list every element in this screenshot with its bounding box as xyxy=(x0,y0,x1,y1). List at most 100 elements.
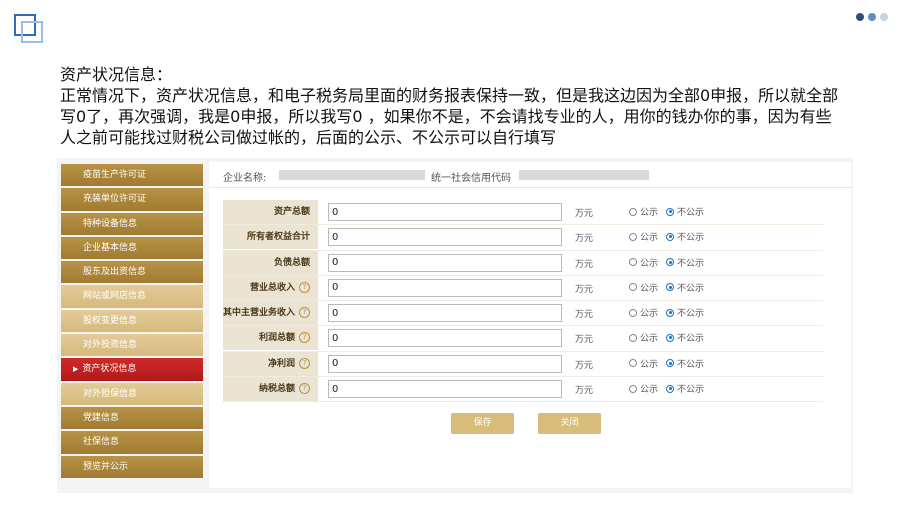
sidebar-item-basic-info[interactable]: 企业基本信息 xyxy=(61,236,203,260)
publicity-radio-group: 公示 不公示 xyxy=(629,357,704,370)
radio-off-icon xyxy=(629,359,637,368)
owners-equity-input[interactable] xyxy=(328,228,562,247)
private-radio[interactable]: 不公示 xyxy=(666,331,704,344)
unit-label: 万元 xyxy=(575,386,594,397)
sidebar-item-label: 资产状况信息 xyxy=(82,364,137,375)
radio-off-icon xyxy=(629,232,637,241)
sidebar-item-investment[interactable]: 对外投资信息 xyxy=(61,334,203,357)
assets-form: 资产总额万元公示不公示所有者权益合计万元公示不公示负债总额万元公示不公示营业总收… xyxy=(223,200,823,403)
private-radio-label: 不公示 xyxy=(677,258,705,269)
public-radio[interactable]: 公示 xyxy=(629,205,658,218)
private-radio[interactable]: 不公示 xyxy=(666,281,704,294)
sidebar-item-party[interactable]: 党建信息 xyxy=(61,406,203,430)
sidebar-item-website[interactable]: 网站或网店信息 xyxy=(61,285,203,308)
main-business-revenue-input[interactable] xyxy=(328,304,562,323)
unit-label: 万元 xyxy=(575,284,594,295)
field-label-text: 负债总额 xyxy=(273,257,310,268)
public-radio[interactable]: 公示 xyxy=(629,230,658,243)
help-icon[interactable]: ? xyxy=(299,281,310,293)
radio-off-icon xyxy=(629,333,637,342)
field-label: 纳税总额? xyxy=(223,377,318,402)
unit-label: 万元 xyxy=(575,310,594,321)
publicity-radio-group: 公示 不公示 xyxy=(629,306,704,319)
field-label-text: 纳税总额 xyxy=(258,384,295,395)
field-label-text: 其中主营业务收入 xyxy=(223,308,296,319)
form-row-total-profit: 利润总额? 万元 公示 不公示 xyxy=(223,326,823,352)
slide-dots xyxy=(856,13,888,21)
private-radio[interactable]: 不公示 xyxy=(666,306,704,319)
field-label: 其中主营业务收入? xyxy=(223,301,318,326)
sidebar-item-equity-change[interactable]: 股权变更信息 xyxy=(61,309,203,333)
sidebar-item-assets[interactable]: ▶ 资产状况信息 xyxy=(61,358,203,381)
company-name-label: 企业名称: xyxy=(223,173,267,184)
public-radio[interactable]: 公示 xyxy=(629,357,658,370)
help-icon[interactable]: ? xyxy=(299,357,310,369)
help-icon[interactable]: ? xyxy=(299,307,311,319)
unit-label: 万元 xyxy=(575,234,594,245)
assets-panel: 企业名称: 统一社会信用代码 资产总额万元公示不公示所有者权益合计万元公示不公示… xyxy=(209,162,851,488)
private-radio[interactable]: 不公示 xyxy=(666,256,704,269)
public-radio[interactable]: 公示 xyxy=(629,306,658,319)
help-icon[interactable]: ? xyxy=(299,332,310,344)
sidebar-item-special-equipment[interactable]: 特种设备信息 xyxy=(61,212,203,235)
radio-on-icon xyxy=(666,207,675,216)
total-assets-input[interactable] xyxy=(328,203,562,221)
field-label: 资产总额 xyxy=(223,200,318,224)
total-revenue-input[interactable] xyxy=(328,278,562,297)
sidebar-item-guarantee[interactable]: 对外担保信息 xyxy=(61,382,203,405)
sidebar-item-label: 疫苗生产许可证 xyxy=(83,170,147,180)
form-row-main-business-revenue: 其中主营业务收入? 万元 公示 不公示 xyxy=(223,301,823,327)
field-label: 利润总额? xyxy=(223,326,318,351)
triangle-right-icon: ▶ xyxy=(73,365,79,374)
total-tax-input[interactable] xyxy=(328,380,562,399)
sidebar-item-social-security[interactable]: 社保信息 xyxy=(61,431,203,454)
company-bar: 企业名称: 统一社会信用代码 xyxy=(209,162,851,188)
field-label-text: 净利润 xyxy=(267,358,295,369)
total-profit-input[interactable] xyxy=(328,329,562,348)
unit-label: 万元 xyxy=(575,259,594,270)
publicity-radio-group: 公示 不公示 xyxy=(629,230,704,243)
form-row-total-tax: 纳税总额? 万元 公示 不公示 xyxy=(223,377,823,403)
sidebar-item-label: 预览并公示 xyxy=(83,461,129,472)
form-row-total-liabilities: 负债总额 万元 公示 不公示 xyxy=(223,250,823,276)
radio-on-icon xyxy=(666,333,675,342)
save-button[interactable]: 保存 xyxy=(451,413,514,434)
close-button[interactable]: 关闭 xyxy=(538,413,601,434)
private-radio[interactable]: 不公示 xyxy=(666,357,704,370)
radio-on-icon xyxy=(666,384,675,393)
help-icon[interactable]: ? xyxy=(299,383,310,395)
public-radio-label: 公示 xyxy=(640,283,659,294)
private-radio-label: 不公示 xyxy=(677,385,705,396)
field-label: 营业总收入? xyxy=(223,275,318,300)
company-name-redacted xyxy=(279,170,427,180)
net-profit-input[interactable] xyxy=(328,354,562,373)
private-radio[interactable]: 不公示 xyxy=(666,230,704,243)
radio-on-icon xyxy=(666,283,675,292)
sidebar-item-label: 对外担保信息 xyxy=(83,388,138,399)
publicity-radio-group: 公示 不公示 xyxy=(629,382,704,395)
public-radio[interactable]: 公示 xyxy=(629,281,658,294)
public-radio[interactable]: 公示 xyxy=(629,256,658,269)
sidebar-item-filling-license[interactable]: 充装单位许可证 xyxy=(61,188,203,211)
private-radio[interactable]: 不公示 xyxy=(666,205,704,218)
sidebar-item-shareholders[interactable]: 股东及出资信息 xyxy=(61,261,203,284)
slide-heading: 资产状况信息： 正常情况下，资产状况信息，和电子税务局里面的财务报表保持一致，但… xyxy=(60,64,840,148)
public-radio[interactable]: 公示 xyxy=(629,331,658,344)
field-label: 所有者权益合计 xyxy=(223,225,318,250)
radio-on-icon xyxy=(666,308,675,317)
field-label-text: 资产总额 xyxy=(273,207,310,217)
sidebar-item-preview[interactable]: 预览并公示 xyxy=(61,455,203,478)
private-radio[interactable]: 不公示 xyxy=(666,382,704,395)
radio-off-icon xyxy=(629,283,637,292)
unit-label: 万元 xyxy=(575,209,594,219)
total-liabilities-input[interactable] xyxy=(328,253,562,272)
credit-code-label: 统一社会信用代码 xyxy=(425,169,517,184)
sidebar-item-vaccine-license[interactable]: 疫苗生产许可证 xyxy=(61,164,203,187)
public-radio-label: 公示 xyxy=(640,334,659,345)
public-radio[interactable]: 公示 xyxy=(629,382,658,395)
publicity-radio-group: 公示 不公示 xyxy=(629,256,704,269)
radio-off-icon xyxy=(629,308,637,317)
radio-on-icon xyxy=(666,359,675,368)
public-radio-label: 公示 xyxy=(640,208,659,218)
sidebar-item-label: 企业基本信息 xyxy=(83,242,138,253)
